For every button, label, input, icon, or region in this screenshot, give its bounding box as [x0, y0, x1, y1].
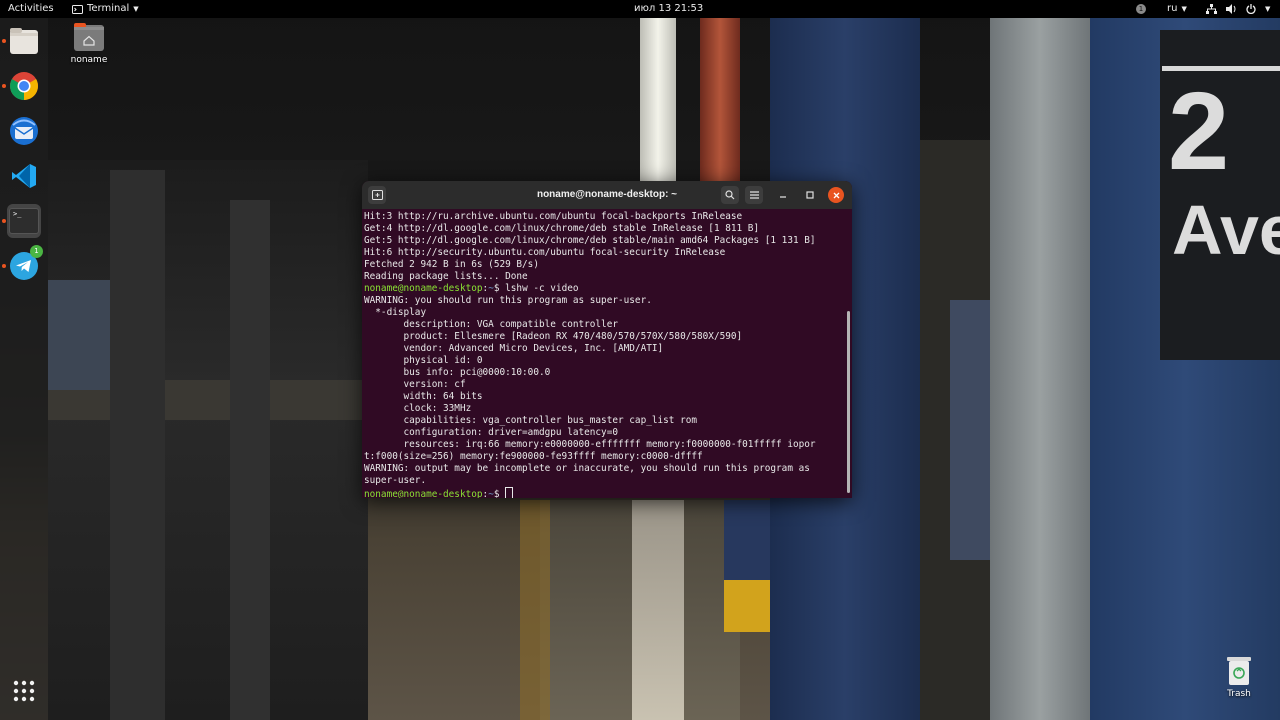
chrome-icon [10, 72, 38, 100]
terminal-output-line: Hit:3 http://ru.archive.ubuntu.com/ubunt… [364, 211, 743, 222]
home-folder-icon [74, 23, 104, 51]
search-icon [725, 190, 735, 200]
trash-icon [1227, 657, 1251, 685]
terminal-output-line: product: Ellesmere [Radeon RX 470/480/57… [364, 331, 743, 342]
vscode-icon [12, 164, 36, 188]
terminal-output-line: configuration: driver=amdgpu latency=0 [364, 427, 619, 438]
terminal-cursor [505, 487, 514, 498]
terminal-output-line: *-display [364, 307, 427, 318]
terminal-output-line: description: VGA compatible controller [364, 319, 619, 330]
chevron-down-icon: ▼ [1265, 5, 1271, 13]
terminal-prompt-line: noname@noname-desktop:~$ lshw -c video [364, 283, 848, 295]
station-sign-number: 2 [1168, 70, 1230, 193]
terminal-prompt-line: noname@noname-desktop:~$ [364, 487, 848, 498]
thunderbird-icon [10, 117, 38, 145]
terminal-output-line: vendor: Advanced Micro Devices, Inc. [AM… [364, 343, 664, 354]
terminal-icon-glyph: >_ [13, 210, 22, 218]
terminal-output-line: resources: irq:66 memory:e0000000-efffff… [364, 439, 816, 450]
dock-vscode[interactable] [7, 159, 41, 193]
terminal-output-line: version: cf [364, 379, 466, 390]
hamburger-icon [749, 191, 759, 199]
prompt-command: lshw -c video [505, 283, 579, 294]
grid-icon [13, 680, 35, 702]
desktop-home-folder[interactable]: noname [66, 22, 112, 65]
running-indicator [2, 84, 6, 88]
search-button[interactable] [721, 186, 739, 204]
notification-count: 1 [1136, 4, 1146, 14]
power-icon [1246, 4, 1256, 14]
system-menu[interactable]: ▼ [1206, 0, 1270, 18]
station-sign-text: Ave [1172, 191, 1280, 269]
running-indicator [2, 264, 6, 268]
terminal-output-line: t:f000(size=256) memory:fe900000-fe93fff… [364, 451, 703, 462]
maximize-button[interactable] [801, 186, 819, 204]
terminal-output-line: Get:5 http://dl.google.com/linux/chrome/… [364, 235, 816, 246]
dock: >_ 1 [0, 18, 48, 720]
dock-files[interactable] [7, 24, 41, 58]
desktop-trash[interactable]: Trash [1218, 654, 1260, 699]
minimize-icon [780, 196, 786, 198]
close-icon [833, 192, 839, 198]
terminal-output-line: WARNING: output may be incomplete or ina… [364, 463, 810, 474]
notification-badge: 1 [30, 245, 43, 258]
dock-thunderbird[interactable] [7, 114, 41, 148]
running-indicator [2, 39, 6, 43]
top-bar: Activities Terminal ▼ июл 13 21:53 1 ru … [0, 0, 1280, 18]
running-indicator [2, 219, 6, 223]
terminal-small-icon [72, 4, 83, 14]
dock-telegram[interactable]: 1 [7, 245, 43, 283]
minimize-button[interactable] [774, 186, 792, 204]
close-button[interactable] [828, 187, 844, 203]
activities-button[interactable]: Activities [8, 0, 54, 18]
terminal-scrollbar[interactable] [847, 311, 850, 493]
app-menu-label: Terminal [87, 3, 130, 14]
chevron-down-icon: ▼ [133, 5, 139, 13]
clock[interactable]: июл 13 21:53 [634, 0, 703, 18]
menu-button[interactable] [745, 186, 763, 204]
files-icon [10, 28, 38, 54]
terminal-output[interactable]: Hit:3 http://ru.archive.ubuntu.com/ubunt… [364, 211, 848, 498]
terminal-output-line: bus info: pci@0000:10:00.0 [364, 367, 551, 378]
terminal-output-line: width: 64 bits [364, 391, 483, 402]
network-icon [1206, 4, 1217, 14]
terminal-icon: >_ [9, 208, 39, 234]
terminal-output-line: Get:4 http://dl.google.com/linux/chrome/… [364, 223, 760, 234]
volume-icon [1226, 4, 1236, 14]
keyboard-layout-menu[interactable]: ru ▼ [1167, 0, 1187, 18]
terminal-output-line: Fetched 2 942 B in 6s (529 B/s) [364, 259, 539, 270]
chevron-down-icon: ▼ [1181, 5, 1187, 13]
prompt-user: noname@noname-desktop [364, 489, 483, 498]
show-applications-button[interactable] [7, 674, 41, 708]
keyboard-layout-label: ru [1167, 3, 1178, 14]
terminal-window[interactable]: noname@noname-desktop: ~ Hit:3 http://ru… [362, 181, 852, 498]
prompt-user: noname@noname-desktop [364, 283, 483, 294]
terminal-output-line: super-user. [364, 475, 427, 486]
terminal-output-line: physical id: 0 [364, 355, 483, 366]
desktop-home-folder-label: noname [70, 55, 108, 65]
prompt-symbol: $ [493, 283, 506, 294]
desktop-trash-label: Trash [1227, 689, 1251, 699]
terminal-output-line: Hit:6 http://security.ubuntu.com/ubuntu … [364, 247, 726, 258]
terminal-output-line: WARNING: you should run this program as … [364, 295, 652, 306]
notification-indicator[interactable]: 1 [1136, 0, 1146, 18]
terminal-output-line: capabilities: vga_controller bus_master … [364, 415, 698, 426]
terminal-output-line: clock: 33MHz [364, 403, 472, 414]
prompt-symbol: $ [493, 489, 506, 498]
app-menu-button[interactable]: Terminal ▼ [72, 0, 139, 18]
terminal-output-line: Reading package lists... Done [364, 271, 528, 282]
dock-chrome[interactable] [7, 69, 41, 103]
maximize-icon [806, 191, 814, 199]
terminal-titlebar[interactable]: noname@noname-desktop: ~ [362, 181, 852, 209]
dock-terminal[interactable]: >_ [7, 204, 41, 238]
